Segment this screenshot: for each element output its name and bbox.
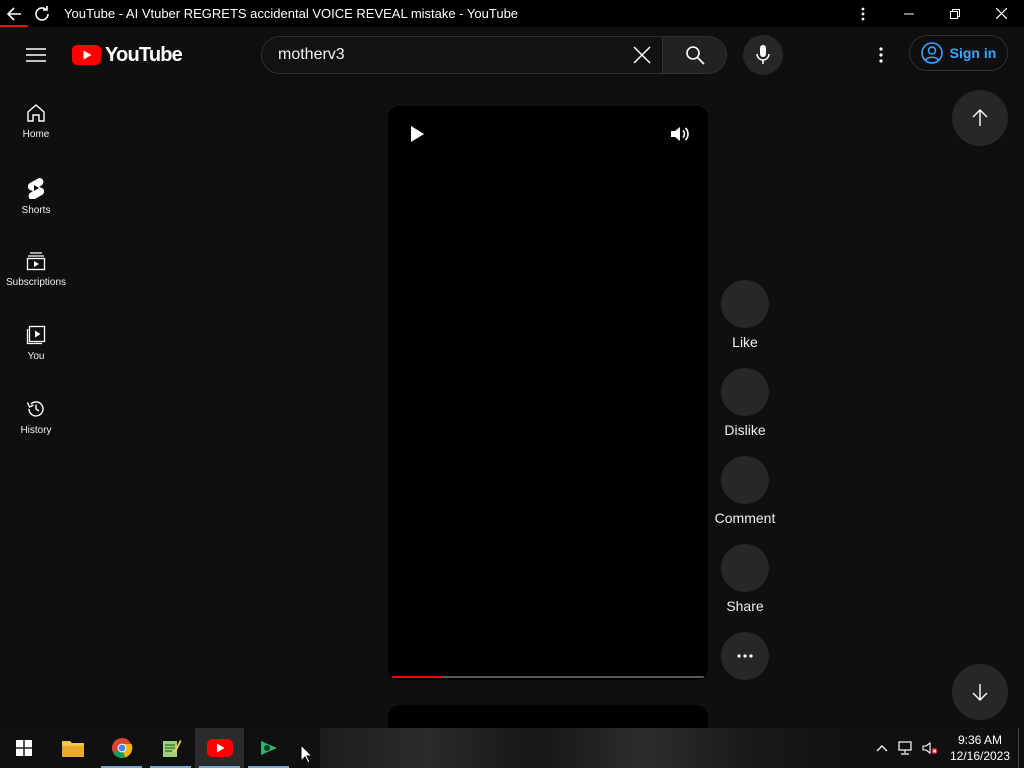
comment-button[interactable]	[721, 456, 769, 504]
notepad-icon[interactable]	[146, 728, 195, 768]
reload-icon[interactable]	[28, 0, 56, 27]
guide-item-label: Shorts	[21, 205, 51, 216]
guide-item-label: Home	[22, 129, 50, 140]
more-action	[710, 632, 780, 720]
guide-item-label: Subscriptions	[5, 277, 67, 288]
search-bar	[261, 36, 727, 74]
like-label: Like	[732, 334, 758, 350]
search-box	[261, 36, 663, 74]
back-icon[interactable]	[0, 0, 28, 27]
more-horizontal-icon	[737, 654, 753, 658]
guide-item-you[interactable]: You	[0, 305, 72, 379]
restore-icon[interactable]	[932, 0, 978, 27]
guide-sidebar: Home Shorts Subscriptions You History	[0, 83, 72, 453]
comment-action: Comment	[710, 456, 780, 544]
account-icon	[920, 42, 943, 64]
minimize-icon[interactable]	[886, 0, 932, 27]
taskbar-clock[interactable]: 9:36 AM 12/16/2023	[942, 732, 1018, 764]
app-menu-icon[interactable]	[840, 0, 886, 27]
guide-item-label: History	[20, 425, 52, 436]
hamburger-menu-icon[interactable]	[16, 35, 56, 75]
comment-label: Comment	[714, 510, 776, 526]
volume-muted-icon[interactable]	[918, 728, 942, 768]
previous-short-button[interactable]	[952, 90, 1008, 146]
microphone-icon	[756, 45, 770, 64]
video-progress-fill	[392, 676, 442, 678]
file-explorer-icon[interactable]	[48, 728, 97, 768]
youtube-logo[interactable]: YouTube	[72, 43, 183, 67]
dislike-label: Dislike	[724, 422, 766, 438]
dislike-action: Dislike	[710, 368, 780, 456]
close-icon[interactable]	[978, 0, 1024, 27]
search-icon	[685, 46, 705, 65]
window-titlebar: YouTube - AI Vtuber REGRETS accidental V…	[0, 0, 1024, 27]
volume-icon[interactable]	[668, 122, 692, 146]
video-progress-bar[interactable]	[392, 676, 704, 678]
chevron-up-icon[interactable]	[870, 728, 894, 768]
search-input[interactable]	[278, 46, 622, 64]
logo-wordmark: YouTube	[105, 43, 183, 66]
guide-item-subscriptions[interactable]: Subscriptions	[0, 231, 72, 305]
guide-item-label: You	[27, 351, 45, 362]
chrome-icon[interactable]	[97, 728, 146, 768]
clock-date: 12/16/2023	[949, 749, 1011, 763]
show-desktop-button[interactable]	[1018, 728, 1024, 768]
share-label: Share	[726, 598, 764, 614]
shorts-video-player[interactable]	[388, 106, 708, 680]
arrow-up-icon	[972, 109, 988, 126]
clear-search-icon[interactable]	[622, 37, 662, 73]
mouse-cursor-icon	[300, 744, 314, 764]
windows-start-icon[interactable]	[0, 728, 48, 768]
voice-search-button[interactable]	[743, 35, 783, 75]
settings-menu-icon[interactable]	[861, 35, 901, 75]
search-button[interactable]	[663, 36, 727, 74]
windows-taskbar: 9:36 AM 12/16/2023	[0, 728, 1024, 768]
media-app-icon[interactable]	[244, 728, 293, 768]
guide-item-shorts[interactable]: Shorts	[0, 157, 72, 231]
more-options-button[interactable]	[721, 632, 769, 680]
like-action: Like	[710, 280, 780, 368]
youtube-play-logo-icon	[72, 45, 101, 65]
desktop-wallpaper	[320, 728, 860, 768]
guide-item-history[interactable]: History	[0, 379, 72, 453]
home-icon	[27, 104, 45, 122]
guide-item-home[interactable]: Home	[0, 83, 72, 157]
history-icon	[26, 401, 44, 417]
next-short-button[interactable]	[952, 664, 1008, 720]
subscriptions-icon	[26, 252, 46, 271]
share-action: Share	[710, 544, 780, 632]
youtube-app-icon[interactable]	[195, 728, 244, 768]
clock-time: 9:36 AM	[957, 733, 1003, 747]
dislike-button[interactable]	[721, 368, 769, 416]
window-title: YouTube - AI Vtuber REGRETS accidental V…	[64, 6, 519, 21]
share-button[interactable]	[721, 544, 769, 592]
like-button[interactable]	[721, 280, 769, 328]
arrow-down-icon	[972, 684, 988, 701]
masthead: YouTube Sign in	[0, 27, 1024, 83]
shorts-icon	[27, 177, 45, 199]
you-icon	[26, 325, 46, 345]
sign-in-label: Sign in	[949, 45, 997, 61]
system-tray: 9:36 AM 12/16/2023	[870, 728, 1024, 768]
short-actions: Like Dislike Comment Share	[710, 280, 780, 720]
sign-in-button[interactable]: Sign in	[909, 35, 1008, 71]
network-icon[interactable]	[894, 728, 918, 768]
play-icon[interactable]	[404, 122, 428, 146]
